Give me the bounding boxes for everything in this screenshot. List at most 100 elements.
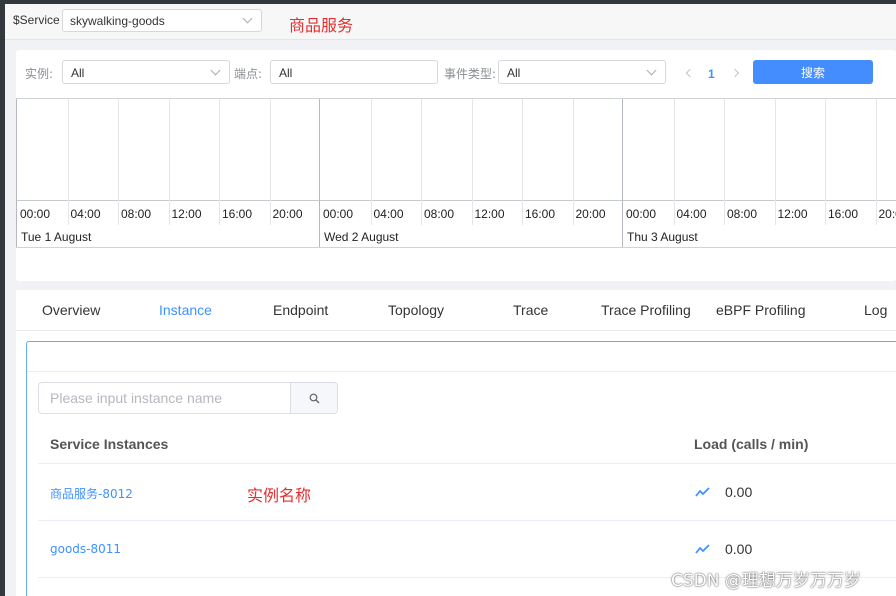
timeline-plot-area [17,99,319,201]
timeline-tick [67,201,69,225]
timeline-hour-label: 20:00 [575,207,606,221]
table-row: 商品服务-8012 实例名称 0.00 [38,464,896,521]
column-header-instances: Service Instances [50,436,169,452]
timeline-tick [825,201,826,225]
tab-trace[interactable]: Trace [513,302,548,318]
tab-endpoint[interactable]: Endpoint [273,302,328,318]
timeline-tick [673,201,675,225]
sidebar-edge [0,0,5,596]
instance-annotation: 实例名称 [247,486,312,505]
timeline-hour-label: 00:00 [626,207,657,221]
filter-panel: 实例: All 端点: All 事件类型: All 1 搜索 00:00 04:0… [16,50,896,281]
timeline-hour-label: 12:00 [474,207,505,221]
endpoint-filter-label: 端点: [234,67,263,81]
timeline-hour-label: 00:00 [323,207,354,221]
timeline-gridline [673,99,675,201]
instance-list-card: Service Instances Load (calls / min) 商品服… [26,341,896,596]
timeline-tick [724,201,725,225]
timeline-gridline [67,99,69,201]
tab-log[interactable]: Log [864,302,887,318]
timeline-hour-label: 04:00 [70,207,101,221]
timeline-day-label: Tue 1 August [21,230,92,244]
timeline-gridline [219,99,220,201]
timeline-hour-label: 12:00 [171,207,202,221]
instance-link[interactable]: goods-8011 [50,542,121,556]
tab-topology[interactable]: Topology [388,302,444,318]
timeline-hour-label: 16:00 [525,207,556,221]
timeline-gridline [875,99,877,201]
chevron-down-icon [242,13,253,24]
timeline-hour-label: 20:00 [272,207,303,221]
event-timeline[interactable]: 00:00 04:00 08:00 12:00 16:00 20:00 Tue 1 Augu… [16,98,896,248]
timeline-day-label: Wed 2 August [324,230,399,244]
page-number[interactable]: 1 [708,67,715,81]
tab-instance[interactable]: Instance [159,302,212,318]
timeline-gridline [572,99,574,201]
timeline-tick [421,201,422,225]
tab-ebpf-profiling[interactable]: eBPF Profiling [716,302,805,318]
tab-bar: Overview Instance Endpoint Topology Trac… [16,290,896,331]
trend-line-icon [695,487,710,497]
timeline-gridline [118,99,119,201]
column-header-load: Load (calls / min) [694,436,809,452]
timeline-hour-label: 16:00 [828,207,859,221]
instance-link[interactable]: 商品服务-8012 [50,485,133,502]
timeline-tick [269,201,271,225]
service-annotation: 商品服务 [289,16,354,35]
timeline-tick [219,201,220,225]
search-button[interactable]: 搜索 [753,60,873,84]
timeline-gridline [168,99,170,201]
event-type-filter-select[interactable]: All [498,60,666,84]
tab-overview[interactable]: Overview [42,302,100,318]
instance-load-value: 0.00 [725,484,753,500]
timeline-gridline [724,99,725,201]
tab-trace-profiling[interactable]: Trace Profiling [601,302,691,318]
timeline-tick [774,201,776,225]
event-type-filter-label: 事件类型: [444,67,497,81]
timeline-tick [118,201,119,225]
service-select-value: skywalking-goods [70,14,165,28]
endpoint-filter-input[interactable]: All [270,60,438,84]
chevron-left-icon[interactable] [685,68,695,78]
timeline-gridline [370,99,372,201]
timeline-hour-label: 12:00 [777,207,808,221]
chevron-down-icon [646,65,657,76]
card-header [27,342,896,372]
watermark: CSDN @理想万岁万万岁 [671,571,861,591]
timeline-tick [572,201,574,225]
instance-search-button[interactable] [290,382,338,414]
timeline-gridline [522,99,523,201]
pagination: 1 [680,64,750,84]
timeline-tick [168,201,170,225]
instance-load-value: 0.00 [725,541,753,557]
service-bar: $Service skywalking-goods 商品服务 [5,0,896,40]
timeline-gridline [269,99,271,201]
timeline-day-label: Thu 3 August [627,230,698,244]
timeline-day: 00:00 04:00 08:00 12:00 16:00 20:00 Tue 1 Augu… [16,99,319,247]
service-select[interactable]: skywalking-goods [62,9,262,32]
endpoint-filter-value: All [279,66,293,80]
service-label: $Service [13,13,60,27]
timeline-hour-label: 04:00 [676,207,707,221]
instance-search-input[interactable] [38,382,291,414]
trend-line-icon [695,544,710,554]
event-type-filter-value: All [507,66,521,80]
timeline-hour-label: 08:00 [424,207,455,221]
chevron-down-icon [210,65,221,76]
timeline-plot-area [623,99,896,201]
timeline-gridline [471,99,473,201]
timeline-tick [471,201,473,225]
timeline-gridline [825,99,826,201]
timeline-hour-label: 08:00 [727,207,758,221]
timeline-day: 00:00 04:00 08:00 12:00 16:00 20:00 Wed 2 Augu… [319,99,622,247]
timeline-tick [370,201,372,225]
chevron-right-icon[interactable] [730,68,740,78]
instance-filter-select[interactable]: All [62,60,230,84]
search-icon [309,393,320,404]
timeline-gridline [421,99,422,201]
timeline-hour-label: 20:0 [878,207,896,221]
timeline-plot-area [320,99,622,201]
timeline-hour-label: 00:00 [20,207,51,221]
timeline-hour-label: 08:00 [121,207,152,221]
instance-filter-label: 实例: [25,67,54,81]
